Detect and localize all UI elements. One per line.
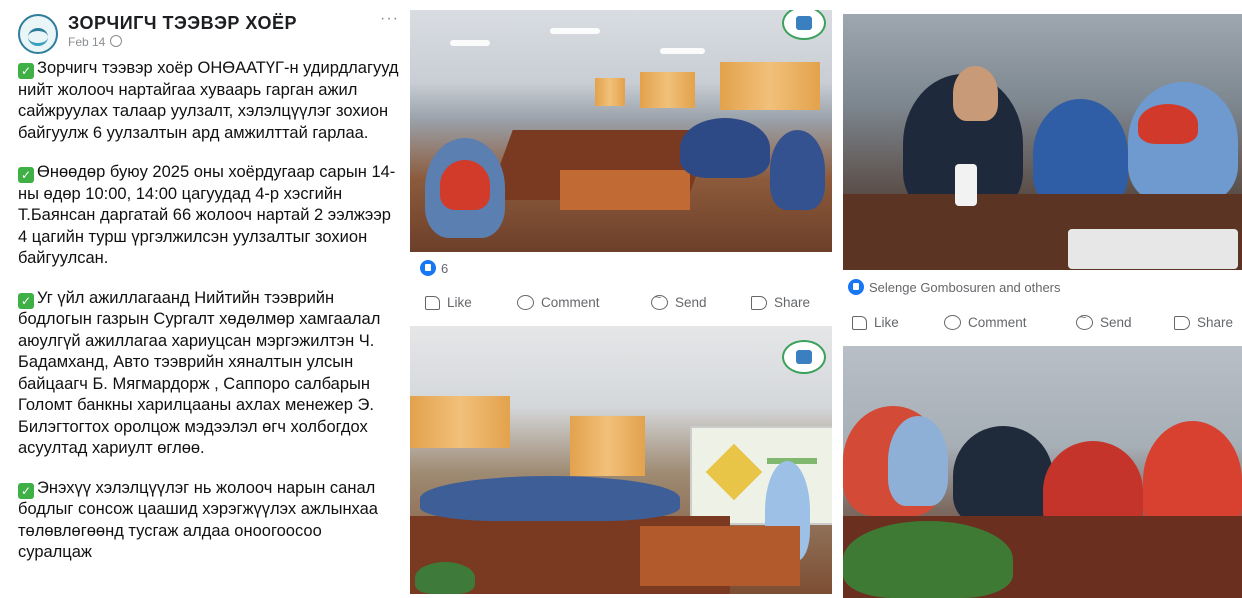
attendee xyxy=(440,160,490,210)
attendee-row xyxy=(420,476,680,521)
cup xyxy=(955,164,977,206)
projector-screen xyxy=(690,426,832,525)
post-paragraph: ✓ Зорчигч тээвэр хоёр ОНӨААТҮГ-н удирдлаг… xyxy=(18,59,399,142)
attendee xyxy=(770,130,825,210)
slide-graphic xyxy=(705,443,763,501)
comment-icon xyxy=(517,295,534,310)
like-icon xyxy=(852,315,867,330)
plant xyxy=(843,521,1013,598)
page-name[interactable]: ЗОРЧИГЧ ТЭЭВЭР ХОЁР xyxy=(68,13,297,34)
comment-icon xyxy=(944,315,961,330)
post-paragraph: ✓ Энэхүү хэлэлцүүлэг нь жолооч нарын сана… xyxy=(18,478,378,561)
meeting-photo-3[interactable] xyxy=(410,326,832,594)
like-reaction-icon xyxy=(848,279,864,295)
post-date[interactable]: Feb 14 xyxy=(68,35,105,49)
share-icon xyxy=(1174,315,1190,330)
check-icon: ✓ xyxy=(18,63,34,79)
comment-button[interactable]: Comment xyxy=(517,295,651,310)
share-button[interactable]: Share xyxy=(751,295,810,310)
reaction-summary[interactable]: Selenge Gombosuren and others xyxy=(848,279,1061,295)
like-reaction-icon xyxy=(420,260,436,276)
send-button[interactable]: Send xyxy=(651,292,751,310)
window-blind xyxy=(410,396,510,448)
like-button[interactable]: Like xyxy=(852,315,944,330)
attendee xyxy=(1138,104,1198,144)
post-text-column: ЗОРЧИГЧ ТЭЭВЭР ХОЁР Feb 14 ··· ✓ Зорчигч … xyxy=(0,0,405,598)
window-blind xyxy=(720,62,820,110)
attendee xyxy=(680,118,770,178)
post-paragraph: ✓ Өнөөдөр буюу 2025 оны хоёрдугаар сарын … xyxy=(18,163,396,267)
check-icon: ✓ xyxy=(18,482,34,499)
attendee xyxy=(953,426,1053,526)
meeting-photo-1[interactable] xyxy=(410,10,832,252)
conference-table xyxy=(560,170,690,210)
conference-table xyxy=(640,526,800,586)
attendee-face xyxy=(953,66,998,121)
send-icon xyxy=(1076,312,1093,330)
projector xyxy=(1068,229,1238,269)
post-paragraph: ✓ Уг үйл ажиллагаанд Нийтийн тээврийн бод… xyxy=(18,288,381,457)
meeting-photo-2[interactable] xyxy=(843,14,1242,270)
page-logo-icon[interactable] xyxy=(18,14,58,54)
watermark-logo-icon xyxy=(782,10,826,40)
globe-icon xyxy=(110,35,122,47)
like-button[interactable]: Like xyxy=(425,295,517,310)
action-bar: Like Comment Send Share xyxy=(852,312,1242,330)
watermark-logo-icon xyxy=(782,340,826,374)
window-blind xyxy=(640,72,695,108)
action-bar: Like Comment Send Share xyxy=(425,292,825,310)
window-blind xyxy=(570,416,645,476)
like-icon xyxy=(425,295,440,310)
more-options-icon[interactable]: ··· xyxy=(380,10,399,28)
attendee xyxy=(888,416,948,506)
ceiling-light xyxy=(550,28,600,34)
send-icon xyxy=(651,292,668,310)
meeting-photo-4[interactable] xyxy=(843,346,1242,598)
reaction-summary[interactable]: 6 xyxy=(420,260,448,276)
attendee xyxy=(1033,99,1128,209)
share-button[interactable]: Share xyxy=(1174,315,1233,330)
check-icon: ✓ xyxy=(18,167,34,183)
ceiling-light xyxy=(450,40,490,46)
send-button[interactable]: Send xyxy=(1076,312,1174,330)
share-icon xyxy=(751,295,767,310)
window-blind xyxy=(595,78,625,106)
post-body: ✓ Зорчигч тээвэр хоёр ОНӨААТҮГ-н удирдлаг… xyxy=(18,58,400,582)
plant xyxy=(415,562,475,594)
check-icon: ✓ xyxy=(18,292,34,309)
ceiling-light xyxy=(660,48,705,54)
comment-button[interactable]: Comment xyxy=(944,315,1076,330)
